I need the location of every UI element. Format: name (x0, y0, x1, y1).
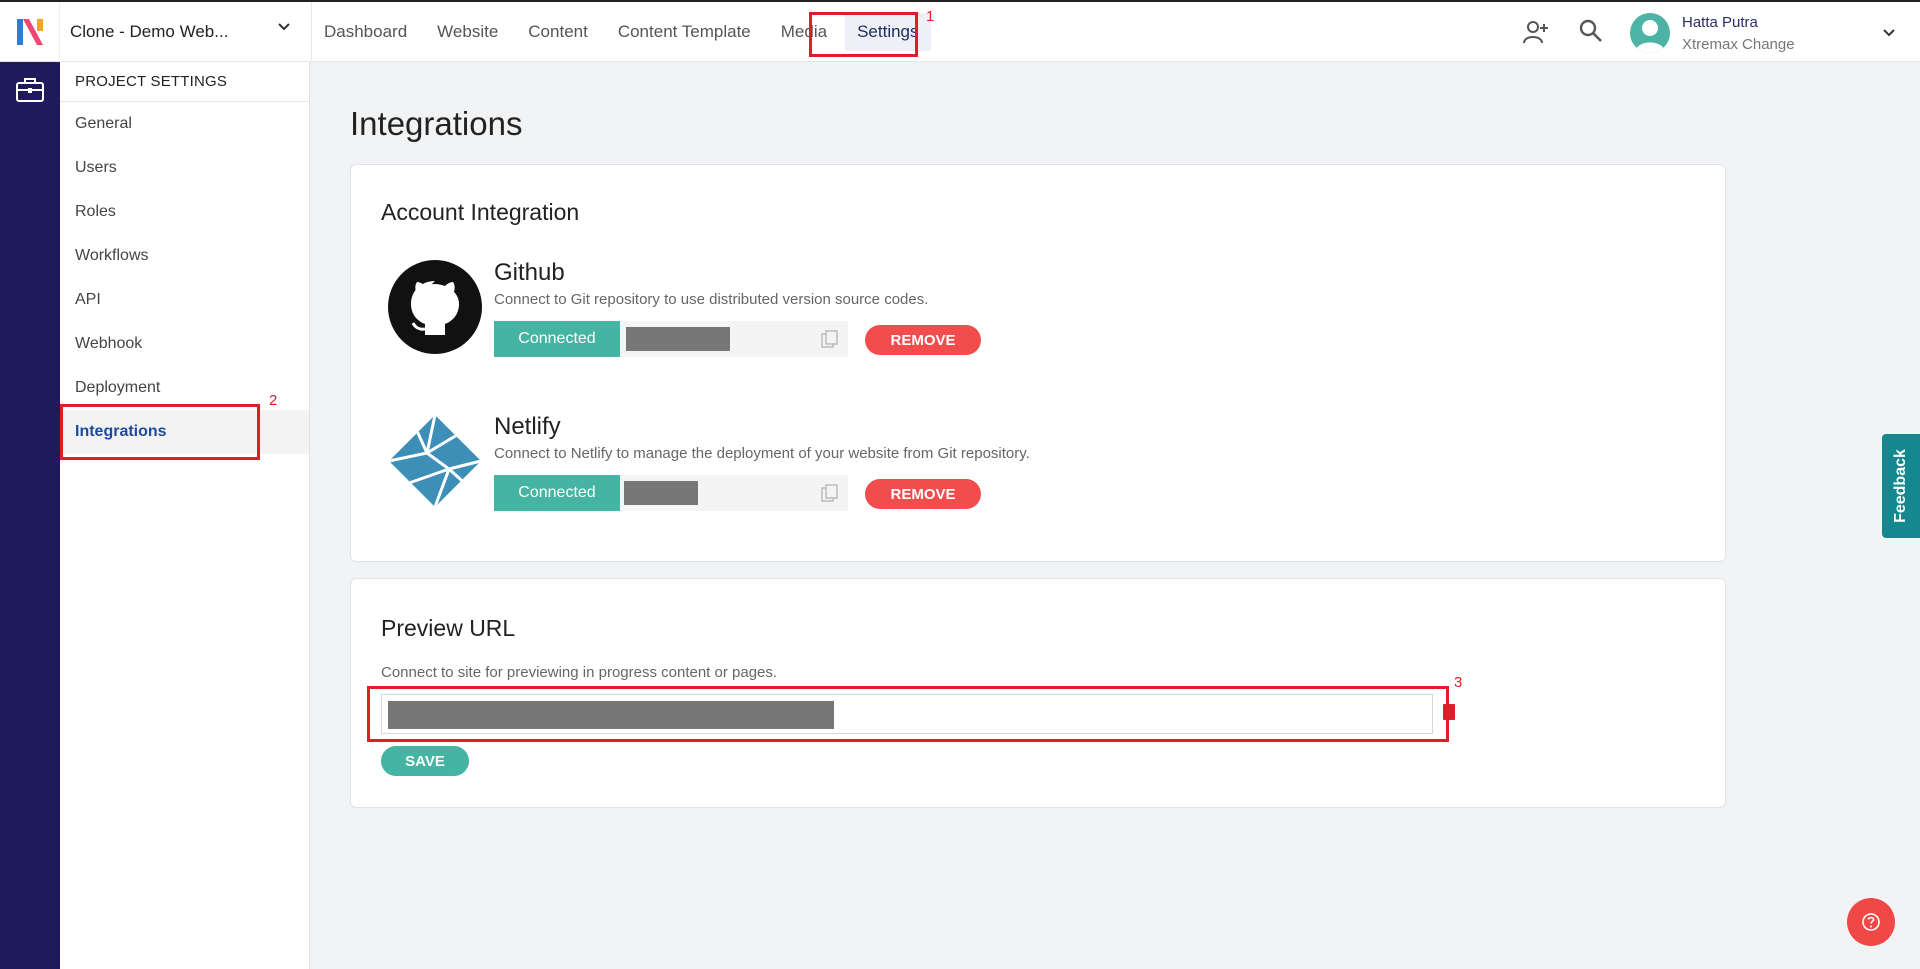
token-field-github[interactable] (620, 321, 848, 357)
chevron-down-icon (278, 23, 290, 31)
help-button[interactable] (1847, 898, 1895, 946)
avatar[interactable] (1630, 13, 1670, 53)
status-connected-github: Connected (494, 321, 620, 357)
search-icon[interactable] (1578, 18, 1604, 44)
trash-icon[interactable] (1443, 704, 1455, 720)
app-logo[interactable] (0, 2, 60, 62)
chevron-down-icon[interactable] (1882, 26, 1896, 40)
integration-name-netlify: Netlify (494, 413, 561, 440)
sidebar-item-general[interactable]: General (60, 102, 309, 146)
integration-name-github: Github (494, 259, 565, 286)
feedback-tab[interactable]: Feedback (1882, 434, 1920, 538)
nav-dashboard[interactable]: Dashboard (312, 13, 419, 51)
sidebar-item-api[interactable]: API (60, 278, 309, 322)
user-org: Xtremax Change (1682, 36, 1795, 53)
annotation-2: 2 (269, 392, 278, 409)
annotation-1: 1 (926, 8, 935, 25)
copy-icon[interactable] (820, 329, 840, 349)
sidebar-item-roles[interactable]: Roles (60, 190, 309, 234)
briefcase-icon[interactable] (15, 76, 45, 104)
nav-content[interactable]: Content (516, 13, 600, 51)
left-rail (0, 62, 60, 969)
help-icon (1862, 913, 1880, 931)
sidebar-title: PROJECT SETTINGS (60, 62, 309, 102)
feedback-label: Feedback (1892, 449, 1909, 523)
preview-url-title: Preview URL (381, 615, 516, 641)
page-title: Integrations (350, 105, 523, 142)
remove-button-github[interactable]: REMOVE (865, 325, 981, 355)
sidebar-item-webhook[interactable]: Webhook (60, 322, 309, 366)
nav-content-template[interactable]: Content Template (606, 13, 763, 51)
project-name: Clone - Demo Web... (70, 22, 229, 41)
top-actions (1522, 18, 1604, 46)
sidebar-item-workflows[interactable]: Workflows (60, 234, 309, 278)
save-button[interactable]: SAVE (381, 746, 469, 776)
account-integration-card: Account Integration Github Connect to Gi… (350, 164, 1726, 562)
github-icon (388, 260, 482, 354)
annotation-3: 3 (1454, 674, 1463, 691)
user-avatar-icon (1635, 20, 1665, 53)
token-mask (624, 481, 698, 505)
preview-url-description: Connect to site for previewing in progre… (381, 664, 778, 681)
remove-button-netlify[interactable]: REMOVE (865, 479, 981, 509)
sidebar-item-users[interactable]: Users (60, 146, 309, 190)
highlight-box-preview-url (367, 686, 1449, 742)
account-integration-title: Account Integration (381, 199, 580, 225)
token-mask (626, 327, 730, 351)
highlight-box-settings (809, 12, 918, 57)
user-name[interactable]: Hatta Putra (1682, 14, 1758, 31)
integration-desc-netlify: Connect to Netlify to manage the deploym… (494, 445, 1030, 462)
logo-icon (16, 19, 43, 45)
project-selector[interactable]: Clone - Demo Web... (60, 2, 312, 62)
highlight-box-integrations (60, 404, 260, 460)
add-user-icon[interactable] (1522, 18, 1550, 46)
nav-website[interactable]: Website (425, 13, 510, 51)
integration-desc-github: Connect to Git repository to use distrib… (494, 291, 929, 308)
top-bar: Clone - Demo Web... Dashboard Website Co… (0, 0, 1920, 62)
token-field-netlify[interactable] (620, 475, 848, 511)
settings-sidebar: PROJECT SETTINGS General Users Roles Wor… (60, 62, 310, 969)
status-connected-netlify: Connected (494, 475, 620, 511)
netlify-icon (388, 414, 482, 508)
copy-icon[interactable] (820, 483, 840, 503)
